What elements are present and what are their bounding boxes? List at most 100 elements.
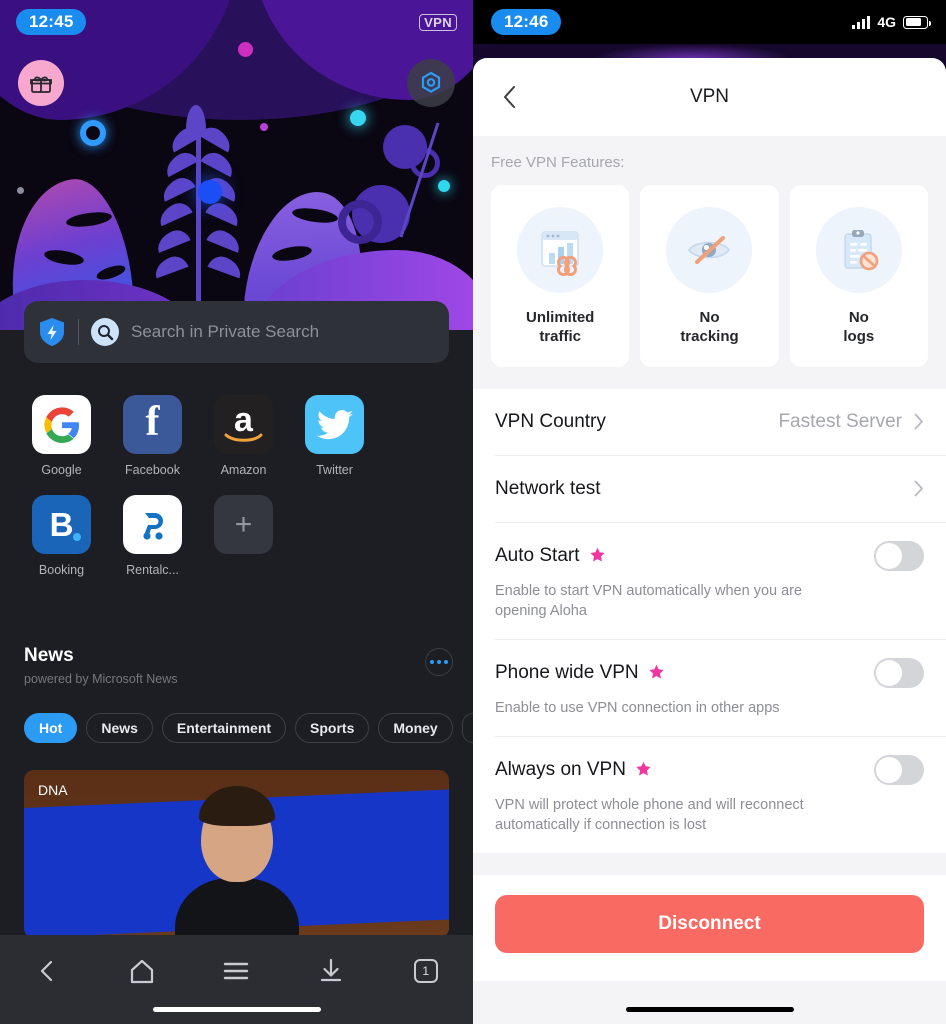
tabs-button[interactable]: 1 [396, 949, 456, 993]
back-chevron-icon [41, 960, 53, 982]
feature-card-no-tracking: No tracking [640, 185, 779, 367]
shortcut-twitter[interactable]: Twitter [289, 395, 380, 477]
news-header: News powered by Microsoft News [24, 645, 453, 686]
home-button[interactable] [112, 949, 172, 993]
feature-label-line2: tracking [680, 327, 739, 345]
shortcut-rentalcars[interactable]: Rentalc... [107, 495, 198, 577]
chevron-right-icon [914, 480, 923, 497]
news-category-tabs: Hot News Entertainment Sports Money Li [24, 713, 473, 743]
feature-card-no-logs: No logs [789, 185, 928, 367]
chart-infinity-icon [541, 231, 579, 276]
section-gap [473, 852, 946, 875]
wallpaper [0, 0, 473, 330]
news-chip-sports[interactable]: Sports [295, 713, 370, 743]
row-description: VPN will protect whole phone and will re… [495, 796, 804, 833]
status-time: 12:46 [491, 9, 562, 35]
news-chip-money[interactable]: Money [378, 713, 453, 743]
vpn-sheet: VPN Free VPN Features: Unlimited traffic… [473, 58, 946, 1024]
disconnect-button[interactable]: Disconnect [495, 894, 924, 953]
features-label: Free VPN Features: [491, 154, 625, 171]
bottom-fill [473, 980, 946, 1024]
row-network-test[interactable]: Network test [473, 456, 946, 522]
search-icon [91, 318, 119, 346]
premium-star-icon [636, 761, 651, 776]
row-auto-start[interactable]: Auto Start Enable to start VPN automatic… [473, 523, 946, 639]
vpn-settings-button[interactable] [407, 59, 455, 107]
gift-button[interactable] [18, 60, 64, 106]
shortcut-label: Google [41, 463, 82, 477]
news-chip-partial[interactable]: Li [461, 713, 473, 743]
booking-icon: B [49, 505, 74, 543]
search-divider [78, 319, 79, 345]
row-label: Network test [495, 477, 601, 499]
signal-bars-icon [852, 15, 871, 29]
toggle-always-on-vpn[interactable] [874, 754, 924, 785]
add-shortcut[interactable]: + [198, 495, 289, 577]
row-label-text: Phone wide VPN [495, 661, 639, 683]
vpn-status-badge: VPN [419, 13, 457, 31]
twitter-bird-icon [316, 409, 353, 439]
news-chip-news[interactable]: News [86, 713, 153, 743]
toggle-auto-start[interactable] [874, 540, 924, 571]
action-area: Disconnect [473, 874, 946, 981]
feature-label-line2: logs [843, 327, 875, 345]
news-chip-entertainment[interactable]: Entertainment [161, 713, 287, 743]
shortcut-facebook[interactable]: f Facebook [107, 395, 198, 477]
gift-icon [30, 76, 52, 93]
feature-label-line2: traffic [539, 327, 581, 345]
news-card-image [174, 786, 299, 938]
row-label-text: Auto Start [495, 544, 580, 566]
row-description: Enable to start VPN automatically when y… [495, 582, 803, 619]
feature-label-line1: No [699, 309, 720, 326]
feature-label-line1: Unlimited [525, 309, 595, 326]
google-icon [43, 406, 79, 443]
shield-bolt-icon [40, 318, 64, 346]
features-section: Free VPN Features: Unlimited traffic No … [473, 136, 946, 389]
home-indicator [625, 1007, 794, 1012]
rentalcars-icon [142, 512, 163, 540]
page-title: VPN [689, 86, 730, 107]
hamburger-menu-icon [224, 962, 249, 980]
news-chip-hot[interactable]: Hot [24, 713, 78, 743]
facebook-icon: f [145, 398, 160, 445]
settings-list: VPN Country Fastest Server Network test [473, 388, 946, 853]
shortcut-amazon[interactable]: a Amazon [198, 395, 289, 477]
status-bar: 12:46 4G [473, 0, 946, 44]
status-time: 12:45 [16, 9, 87, 35]
news-card-source: DNA [38, 782, 68, 798]
back-button[interactable] [17, 949, 77, 993]
dual-screenshot: 12:45 VPN Search in Private Search Googl… [0, 0, 946, 1024]
premium-star-icon [589, 547, 605, 562]
nav-bar: VPN [473, 58, 946, 136]
shortcut-label: Facebook [125, 463, 180, 477]
tabs-count-badge: 1 [413, 959, 438, 983]
shortcut-google[interactable]: Google [16, 395, 107, 477]
nav-back-button[interactable] [493, 80, 527, 114]
row-phone-wide-vpn[interactable]: Phone wide VPN Enable to use VPN connect… [473, 640, 946, 736]
more-dots-icon [430, 660, 434, 664]
news-title: News [24, 645, 74, 666]
home-indicator [152, 1007, 321, 1012]
shortcut-label: Booking [38, 563, 85, 577]
settings-gear-icon [421, 71, 441, 93]
premium-star-icon [649, 664, 664, 679]
menu-button[interactable] [206, 949, 266, 993]
chevron-right-icon [914, 413, 923, 430]
row-description: Enable to use VPN connection in other ap… [495, 699, 780, 716]
toggle-phone-wide-vpn[interactable] [874, 657, 924, 688]
network-type-label: 4G [877, 14, 896, 30]
search-bar[interactable]: Search in Private Search [24, 301, 449, 363]
news-card[interactable]: DNA [24, 770, 449, 938]
shortcut-label: Rentalc... [126, 563, 179, 577]
news-more-button[interactable] [425, 648, 453, 676]
downloads-button[interactable] [301, 949, 361, 993]
search-input-placeholder[interactable]: Search in Private Search [131, 322, 319, 342]
row-vpn-country[interactable]: VPN Country Fastest Server [473, 389, 946, 455]
plus-icon: + [214, 495, 273, 554]
shortcut-booking[interactable]: B Booking [16, 495, 107, 577]
shortcut-label: Twitter [316, 463, 353, 477]
browser-home-screen: 12:45 VPN Search in Private Search Googl… [0, 0, 473, 1024]
row-always-on-vpn[interactable]: Always on VPN VPN will protect whole pho… [473, 737, 946, 853]
row-label: VPN Country [495, 410, 606, 432]
battery-icon [903, 15, 931, 29]
